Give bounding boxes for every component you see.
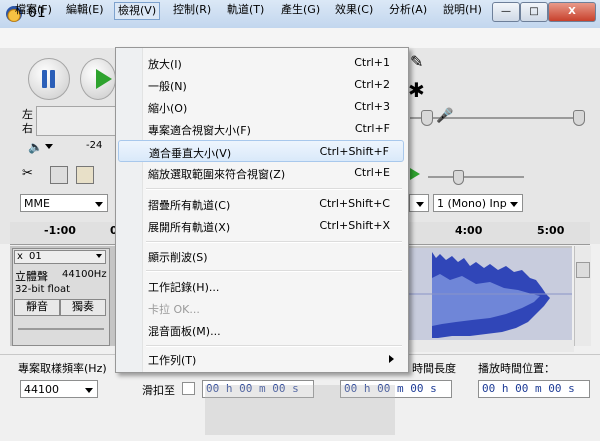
snap-to-checkbox[interactable] — [182, 382, 195, 395]
output-volume-thumb[interactable] — [421, 110, 433, 126]
chevron-down-icon — [95, 202, 103, 207]
meter-scale-value: -24 — [86, 140, 103, 151]
menu-effect[interactable]: 效果(C) — [332, 2, 376, 18]
speaker-dropdown-icon[interactable] — [45, 144, 53, 149]
meter-right-label: 右 — [22, 122, 33, 135]
maximize-button[interactable]: □ — [520, 2, 548, 22]
horizontal-scrollbar[interactable] — [406, 340, 574, 352]
chevron-down-icon — [85, 388, 93, 393]
play-at-speed-icon[interactable] — [410, 168, 420, 180]
pause-button[interactable] — [28, 58, 70, 100]
input-volume-thumb[interactable] — [573, 110, 585, 126]
minimize-button[interactable]: — — [492, 2, 520, 22]
menu-help[interactable]: 說明(H) — [440, 2, 485, 18]
track-name-bar[interactable]: x 01 — [14, 250, 106, 264]
length-label: 時間長度 — [412, 362, 456, 375]
play-icon — [96, 69, 112, 89]
waveform-view[interactable] — [406, 248, 572, 340]
vertical-scrollbar[interactable] — [574, 246, 591, 346]
project-rate-label: 專案取樣頻率(Hz) — [18, 362, 107, 375]
menu-item-karaoke: 卡拉 OK... — [148, 303, 200, 316]
copy-icon[interactable] — [50, 166, 68, 184]
snap-to-label: 滑扣至 — [142, 384, 175, 397]
input-channels-select[interactable]: 1 (Mono) Inp — [433, 194, 523, 212]
play-button[interactable] — [80, 58, 116, 100]
menu-generate[interactable]: 產生(G) — [278, 2, 323, 18]
menu-item-zoom-out[interactable]: 縮小(O) Ctrl+3 — [118, 96, 404, 118]
solo-button[interactable]: 獨奏 — [60, 299, 106, 316]
device-select-partial[interactable] — [409, 194, 429, 212]
track-gain-slider[interactable] — [18, 328, 104, 330]
watermark — [205, 385, 395, 435]
menu-tracks[interactable]: 軌道(T) — [224, 2, 267, 18]
menu-item-show-clipping[interactable]: 顯示削波(S) — [118, 245, 404, 267]
menu-separator — [146, 188, 402, 190]
submenu-arrow-icon — [389, 355, 394, 363]
cut-icon[interactable]: ✂ — [22, 166, 40, 184]
project-rate-select[interactable]: 44100 — [20, 380, 98, 398]
menu-item-zoom-to-selection[interactable]: 縮放選取範圍來符合視窗(Z) Ctrl+E — [118, 162, 404, 184]
view-menu-dropdown: 放大(I) Ctrl+1 一般(N) Ctrl+2 縮小(O) Ctrl+3 專… — [115, 47, 409, 373]
draw-tool-icon[interactable]: ✎ — [410, 52, 428, 72]
track-sample-rate: 44100Hz — [62, 269, 107, 280]
menu-edit[interactable]: 編輯(E) — [63, 2, 107, 18]
track-title: 01 — [29, 251, 42, 262]
menu-file[interactable]: 檔案(F) — [12, 2, 55, 18]
chevron-down-icon — [510, 202, 518, 207]
speed-slider-thumb[interactable] — [453, 170, 464, 185]
menu-view[interactable]: 檢視(V) — [114, 2, 161, 20]
menu-item-zoom-in[interactable]: 放大(I) Ctrl+1 — [118, 52, 404, 74]
speed-slider-track — [428, 176, 524, 178]
menu-control[interactable]: 控制(R) — [170, 2, 214, 18]
ruler-label: 5:00 — [537, 224, 565, 237]
audio-position-label: 播放時間位置： — [478, 362, 555, 375]
speaker-icon[interactable]: 🔈 — [28, 140, 43, 154]
menu-item-zoom-normal[interactable]: 一般(N) Ctrl+2 — [118, 74, 404, 96]
chevron-down-icon — [416, 202, 424, 207]
pause-icon — [42, 70, 47, 88]
menu-item-toolbars[interactable]: 工作列(T) — [118, 348, 404, 370]
menu-analyze[interactable]: 分析(A) — [386, 2, 430, 18]
track-channel-mode: 立體聲 — [15, 270, 48, 283]
waveform-graphic — [406, 252, 572, 338]
audio-host-select[interactable]: MME — [20, 194, 108, 212]
input-channels-value: 1 (Mono) Inp — [437, 197, 507, 210]
chevron-down-icon — [96, 254, 102, 258]
close-button[interactable]: X — [548, 2, 596, 22]
menu-item-mixer-board[interactable]: 混音面板(M)... — [118, 319, 404, 341]
menu-separator — [146, 270, 402, 272]
audio-host-value: MME — [24, 197, 50, 210]
close-icon[interactable]: x — [17, 251, 23, 263]
mute-button[interactable]: 靜音 — [14, 299, 60, 316]
project-rate-value: 44100 — [24, 383, 59, 396]
menu-separator — [146, 241, 402, 243]
track-format: 32-bit float — [15, 284, 71, 295]
vertical-scroll-thumb[interactable] — [576, 262, 590, 278]
menu-item-history[interactable]: 工作記錄(H)... — [118, 275, 404, 297]
paste-icon[interactable] — [76, 166, 94, 184]
menu-item-fit-in-window[interactable]: 專案適合視窗大小(F) Ctrl+F — [118, 118, 404, 140]
audio-position-time[interactable]: 00 h 00 m 00 s — [478, 380, 590, 398]
menu-bar — [0, 28, 600, 49]
ruler-label: -1:00 — [44, 224, 76, 237]
level-meter[interactable] — [36, 106, 116, 136]
menu-item-expand-all-tracks[interactable]: 展開所有軌道(X) Ctrl+Shift+X — [118, 215, 404, 237]
multi-tool-icon[interactable]: ✱ — [408, 78, 430, 102]
ruler-label: 4:00 — [455, 224, 483, 237]
menu-item-collapse-all-tracks[interactable]: 摺疊所有軌道(C) Ctrl+Shift+C — [118, 193, 404, 215]
microphone-icon: 🎤 — [436, 108, 454, 124]
menu-item-fit-vertically[interactable]: 適合垂直大小(V) Ctrl+Shift+F — [118, 140, 404, 162]
menu-separator — [146, 345, 402, 347]
